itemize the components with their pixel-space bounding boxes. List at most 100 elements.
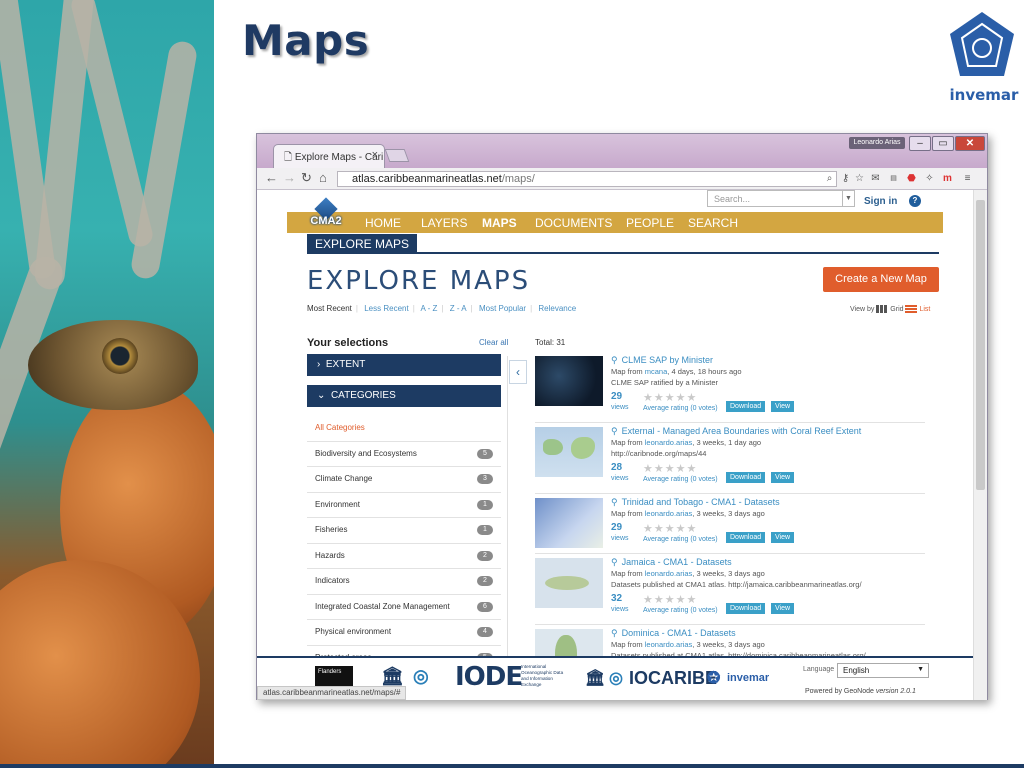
map-thumbnail[interactable] bbox=[535, 558, 603, 608]
author-link[interactable]: leonardo.arias bbox=[645, 438, 693, 447]
panel-divider bbox=[507, 356, 508, 700]
download-button[interactable]: Download bbox=[726, 532, 766, 543]
result-title[interactable]: ⚲ Dominica - CMA1 - Datasets bbox=[611, 628, 736, 639]
author-link[interactable]: leonardo.arias bbox=[645, 640, 693, 649]
minimize-button[interactable]: – bbox=[909, 136, 931, 151]
reload-icon[interactable]: ↻ bbox=[301, 170, 312, 186]
cma2-logo[interactable]: CMA2 bbox=[307, 197, 345, 228]
menu-icon[interactable]: ≡ bbox=[961, 172, 974, 185]
download-button[interactable]: Download bbox=[726, 401, 766, 412]
view-count: 28 bbox=[611, 462, 623, 473]
collapse-panel-button[interactable]: ‹ bbox=[509, 360, 527, 384]
view-button[interactable]: View bbox=[771, 472, 795, 483]
author-link[interactable]: leonardo.arias bbox=[645, 509, 693, 518]
count-badge: 3 bbox=[477, 474, 493, 484]
category-item[interactable]: Indicators 2 bbox=[307, 569, 501, 595]
vertical-scrollbar[interactable] bbox=[973, 190, 987, 700]
ioc-icon: ◎ bbox=[413, 666, 429, 686]
category-item[interactable]: Climate Change 3 bbox=[307, 467, 501, 493]
nav-layers[interactable]: LAYERS bbox=[421, 216, 467, 230]
help-icon[interactable]: ? bbox=[909, 195, 921, 207]
count-badge: 4 bbox=[477, 627, 493, 637]
rating-label[interactable]: Average rating (0 votes) bbox=[643, 476, 718, 483]
views-label: views bbox=[611, 535, 629, 542]
extension-kb-icon[interactable]: ▤ bbox=[887, 172, 900, 185]
scrollbar-thumb[interactable] bbox=[976, 200, 985, 490]
search-icon[interactable]: ⌕ bbox=[823, 172, 836, 185]
result-title[interactable]: ⚲ Jamaica - CMA1 - Datasets bbox=[611, 557, 732, 568]
view-by-label: View by bbox=[850, 305, 875, 313]
view-button[interactable]: View bbox=[771, 401, 795, 412]
browser-tab[interactable]: 🗋 Explore Maps - Cari × bbox=[273, 144, 385, 168]
category-item[interactable]: Hazards 2 bbox=[307, 544, 501, 569]
rating-stars[interactable]: ★★★★★ bbox=[643, 522, 697, 535]
category-item[interactable]: Integrated Coastal Zone Management 6 bbox=[307, 595, 501, 620]
rating-label[interactable]: Average rating (0 votes) bbox=[643, 536, 718, 543]
home-icon[interactable]: ⌂ bbox=[319, 170, 327, 185]
result-title[interactable]: ⚲ Trinidad and Tobago - CMA1 - Datasets bbox=[611, 497, 780, 508]
rating-label[interactable]: Average rating (0 votes) bbox=[643, 405, 718, 412]
new-tab-button[interactable] bbox=[384, 149, 410, 162]
site-search-input[interactable]: Search... ▼ bbox=[707, 190, 855, 207]
sort-relevance[interactable]: Relevance bbox=[538, 304, 576, 313]
list-icon[interactable] bbox=[905, 305, 918, 313]
clear-all-link[interactable]: Clear all bbox=[479, 338, 508, 347]
star-icon[interactable]: ☆ bbox=[853, 172, 866, 185]
forward-icon[interactable]: → bbox=[283, 170, 296, 185]
download-button[interactable]: Download bbox=[726, 603, 766, 614]
language-select[interactable]: English ▼ bbox=[837, 663, 929, 678]
signin-link[interactable]: Sign in bbox=[864, 196, 897, 207]
result-title[interactable]: ⚲ CLME SAP by Minister bbox=[611, 355, 713, 366]
category-item[interactable]: All Categories bbox=[307, 416, 501, 442]
chevron-down-icon[interactable]: ▼ bbox=[842, 191, 854, 206]
grid-icon[interactable] bbox=[876, 305, 889, 313]
view-button[interactable]: View bbox=[771, 603, 795, 614]
rating-label[interactable]: Average rating (0 votes) bbox=[643, 607, 718, 614]
map-thumbnail[interactable] bbox=[535, 498, 603, 548]
nav-maps[interactable]: MAPS bbox=[482, 216, 517, 230]
sort-most-popular[interactable]: Most Popular bbox=[479, 304, 526, 313]
breadcrumb[interactable]: EXPLORE MAPS bbox=[307, 234, 418, 254]
author-link[interactable]: leonardo.arias bbox=[645, 569, 693, 578]
rating-stars[interactable]: ★★★★★ bbox=[643, 593, 697, 606]
sort-z-a[interactable]: Z - A bbox=[450, 304, 467, 313]
nav-people[interactable]: PEOPLE bbox=[626, 216, 674, 230]
map-thumbnail[interactable] bbox=[535, 356, 603, 406]
extension-m-icon[interactable]: m bbox=[941, 172, 954, 185]
back-icon[interactable]: ← bbox=[265, 170, 278, 185]
author-link[interactable]: mcana bbox=[645, 367, 668, 376]
rating-stars[interactable]: ★★★★★ bbox=[643, 391, 697, 404]
result-title[interactable]: ⚲ External - Managed Area Boundaries with… bbox=[611, 426, 861, 437]
adblock-icon[interactable]: ⬣ bbox=[905, 172, 918, 185]
gmail-icon[interactable]: ✉ bbox=[869, 172, 882, 185]
extent-facet[interactable]: › EXTENT bbox=[307, 354, 501, 376]
download-button[interactable]: Download bbox=[726, 472, 766, 483]
nav-search[interactable]: SEARCH bbox=[688, 216, 738, 230]
sort-most-recent[interactable]: Most Recent bbox=[307, 304, 352, 313]
category-list: All Categories Biodiversity and Ecosyste… bbox=[307, 416, 501, 671]
categories-facet[interactable]: ⌄ CATEGORIES bbox=[307, 385, 501, 407]
view-grid[interactable]: Grid bbox=[890, 306, 903, 313]
create-map-button[interactable]: Create a New Map bbox=[823, 267, 939, 292]
address-bar[interactable]: atlas.caribbeanmarineatlas.net/maps/ bbox=[337, 171, 837, 187]
browser-user[interactable]: Leonardo Arias bbox=[849, 137, 905, 149]
sort-a-z[interactable]: A - Z bbox=[421, 304, 438, 313]
tab-close-icon[interactable]: × bbox=[372, 149, 378, 161]
rating-stars[interactable]: ★★★★★ bbox=[643, 462, 697, 475]
category-item[interactable]: Environment 1 bbox=[307, 493, 501, 518]
result-item: ⚲ Trinidad and Tobago - CMA1 - Datasets M… bbox=[535, 494, 925, 554]
category-item[interactable]: Physical environment 4 bbox=[307, 620, 501, 646]
category-name: Physical environment bbox=[315, 627, 392, 636]
view-button[interactable]: View bbox=[771, 532, 795, 543]
map-thumbnail[interactable] bbox=[535, 427, 603, 477]
close-window-button[interactable]: ✕ bbox=[955, 136, 985, 151]
key-icon[interactable]: ⚷ bbox=[839, 172, 852, 185]
nav-documents[interactable]: DOCUMENTS bbox=[535, 216, 612, 230]
nav-home[interactable]: HOME bbox=[365, 216, 401, 230]
sort-less-recent[interactable]: Less Recent bbox=[364, 304, 408, 313]
extension-icon[interactable]: ✧ bbox=[923, 172, 936, 185]
view-list[interactable]: List bbox=[919, 306, 930, 313]
maximize-button[interactable]: ▭ bbox=[932, 136, 954, 151]
category-item[interactable]: Biodiversity and Ecosystems 5 bbox=[307, 442, 501, 467]
category-item[interactable]: Fisheries 1 bbox=[307, 518, 501, 544]
